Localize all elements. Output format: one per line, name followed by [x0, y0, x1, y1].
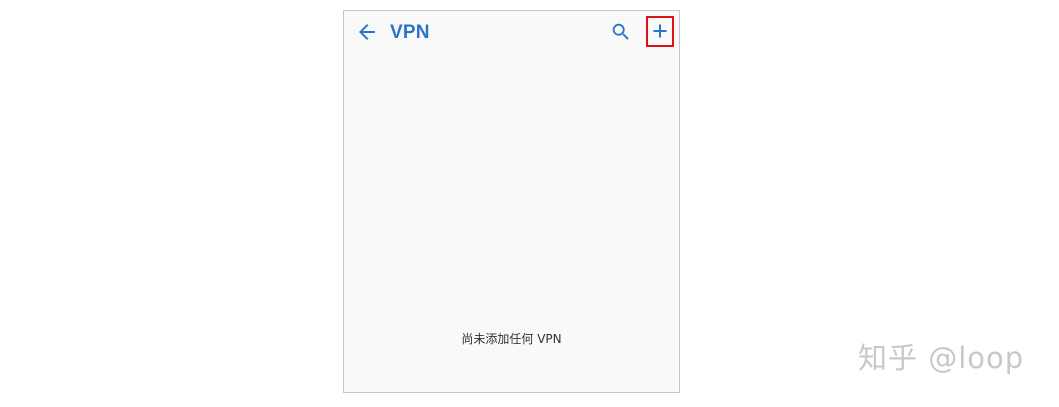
canvas: VPN 尚未添加任何 VPN 知乎 @loop: [0, 0, 1059, 407]
arrow-left-icon: [359, 24, 375, 40]
search-button[interactable]: [610, 21, 632, 43]
add-vpn-button[interactable]: [646, 16, 674, 47]
plus-icon: [653, 24, 667, 38]
watermark: 知乎 @loop: [858, 341, 1025, 375]
vpn-settings-screen: VPN 尚未添加任何 VPN: [343, 10, 680, 393]
empty-state-message: 尚未添加任何 VPN: [461, 332, 562, 346]
app-bar: VPN: [344, 11, 679, 57]
back-button[interactable]: [355, 20, 379, 44]
page-title: VPN: [390, 22, 430, 43]
search-icon: [612, 23, 629, 40]
